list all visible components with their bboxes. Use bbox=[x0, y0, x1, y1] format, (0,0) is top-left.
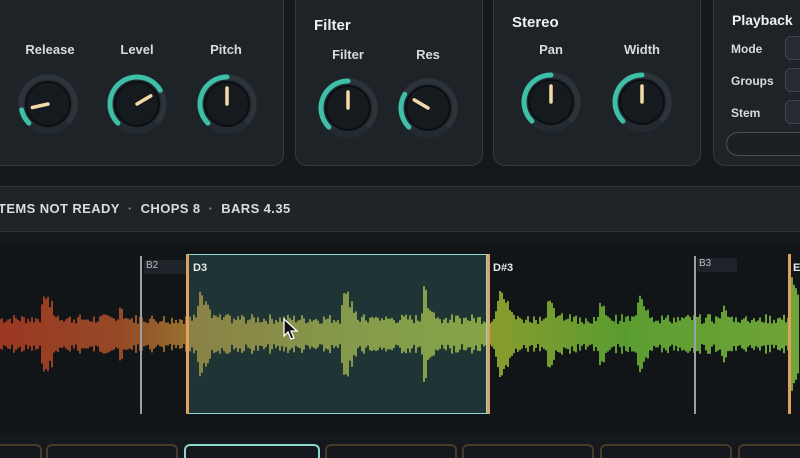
selected-chop-region[interactable] bbox=[187, 254, 487, 414]
bars-length: BARS 4.35 bbox=[221, 201, 291, 216]
knob-label-width: Width bbox=[624, 42, 660, 57]
playback-stem-select[interactable] bbox=[785, 100, 800, 124]
stems-status: TEMS NOT READY bbox=[0, 201, 120, 216]
chop-marker-line[interactable] bbox=[694, 256, 696, 414]
chop-start-handle[interactable] bbox=[186, 254, 189, 414]
width-knob[interactable] bbox=[610, 70, 674, 134]
res-knob[interactable] bbox=[396, 76, 460, 140]
chop-tab[interactable] bbox=[738, 444, 800, 458]
chop-tab[interactable] bbox=[462, 444, 594, 458]
playback-wide-button[interactable] bbox=[726, 132, 800, 156]
playback-groups-label: Groups bbox=[731, 74, 774, 88]
chop-marker-label-b2: B2 bbox=[144, 260, 188, 274]
pitch-knob[interactable] bbox=[195, 72, 259, 136]
knob-label-pan: Pan bbox=[539, 42, 563, 57]
playback-groups-select[interactable] bbox=[785, 68, 800, 92]
knob-label-filter: Filter bbox=[332, 47, 364, 62]
chops-count: CHOPS 8 bbox=[140, 201, 201, 216]
chop-tab-selected[interactable] bbox=[184, 444, 320, 458]
separator-dot: · bbox=[127, 201, 133, 216]
knob-label-release: Release bbox=[25, 42, 75, 57]
knob-label-res: Res bbox=[416, 47, 440, 62]
chop-tab[interactable] bbox=[600, 444, 732, 458]
status-text: TEMS NOT READY · CHOPS 8 · BARS 4.35 bbox=[0, 201, 291, 216]
stereo-panel-title: Stereo bbox=[512, 14, 559, 31]
chop-tab[interactable] bbox=[46, 444, 178, 458]
playback-stem-label: Stem bbox=[731, 106, 761, 120]
release-knob[interactable] bbox=[16, 72, 80, 136]
chop-marker-line[interactable] bbox=[140, 256, 142, 414]
chop-end-handle[interactable] bbox=[487, 254, 490, 414]
playback-panel-title: Playback bbox=[732, 12, 793, 28]
mouse-cursor-icon bbox=[283, 318, 299, 340]
playback-mode-select[interactable] bbox=[785, 36, 800, 60]
chop-marker-label-e: E bbox=[793, 262, 800, 274]
chop-marker-label-d3: D3 bbox=[193, 262, 208, 274]
knob-label-pitch: Pitch bbox=[210, 42, 242, 57]
playback-mode-label: Mode bbox=[731, 42, 763, 56]
knob-label-level: Level bbox=[120, 42, 154, 57]
separator-dot: · bbox=[208, 201, 214, 216]
chop-marker-label-b3: B3 bbox=[697, 258, 737, 272]
filter-knob[interactable] bbox=[316, 76, 380, 140]
chop-tab[interactable] bbox=[0, 444, 42, 458]
chop-tab[interactable] bbox=[325, 444, 457, 458]
pan-knob[interactable] bbox=[519, 70, 583, 134]
chop-marker-label-d-sharp-3: D#3 bbox=[493, 262, 514, 274]
level-knob[interactable] bbox=[105, 72, 169, 136]
status-bar: TEMS NOT READY · CHOPS 8 · BARS 4.35 bbox=[0, 186, 800, 232]
chop-end-handle[interactable] bbox=[788, 254, 791, 414]
filter-panel-title: Filter bbox=[314, 17, 351, 34]
